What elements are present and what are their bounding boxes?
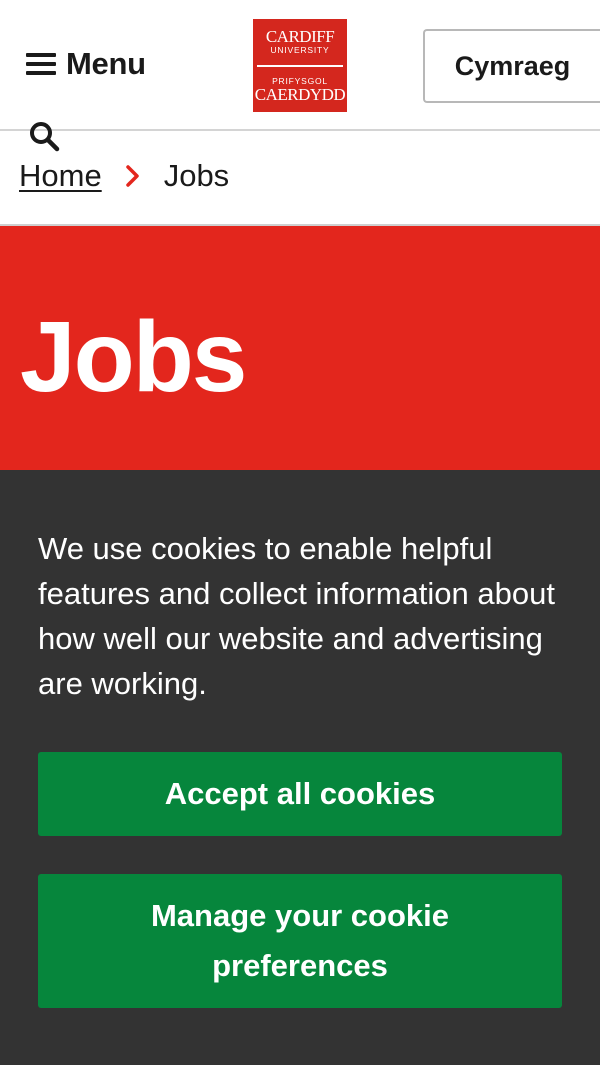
site-header: Menu CARDIFF UNIVERSITY PRIFYSGOL CAERDY…	[0, 0, 600, 131]
cookie-banner: We use cookies to enable helpful feature…	[0, 470, 600, 1065]
chevron-right-icon	[124, 163, 142, 189]
cookie-message: We use cookies to enable helpful feature…	[38, 531, 555, 701]
logo-text-university: UNIVERSITY	[270, 45, 330, 56]
logo-text-cardiff: CARDIFF	[265, 27, 335, 47]
hamburger-icon	[26, 53, 56, 75]
page-title: Jobs	[20, 301, 247, 413]
accept-cookies-button[interactable]: Accept all cookies	[38, 752, 562, 836]
breadcrumb: Home Jobs	[19, 158, 229, 194]
logo-text-caerdydd: CAERDYDD	[254, 84, 346, 104]
breadcrumb-current: Jobs	[163, 158, 230, 193]
search-icon[interactable]	[28, 120, 60, 152]
breadcrumb-home-link[interactable]: Home	[19, 158, 102, 194]
menu-label: Menu	[66, 46, 146, 81]
hero-banner: Jobs	[0, 226, 600, 471]
manage-cookies-button[interactable]: Manage your cookie preferences	[38, 874, 562, 1008]
cardiff-university-logo[interactable]: CARDIFF UNIVERSITY PRIFYSGOL CAERDYDD	[253, 19, 347, 112]
menu-button[interactable]: Menu	[26, 42, 146, 86]
language-toggle-button[interactable]: Cymraeg	[423, 29, 600, 103]
